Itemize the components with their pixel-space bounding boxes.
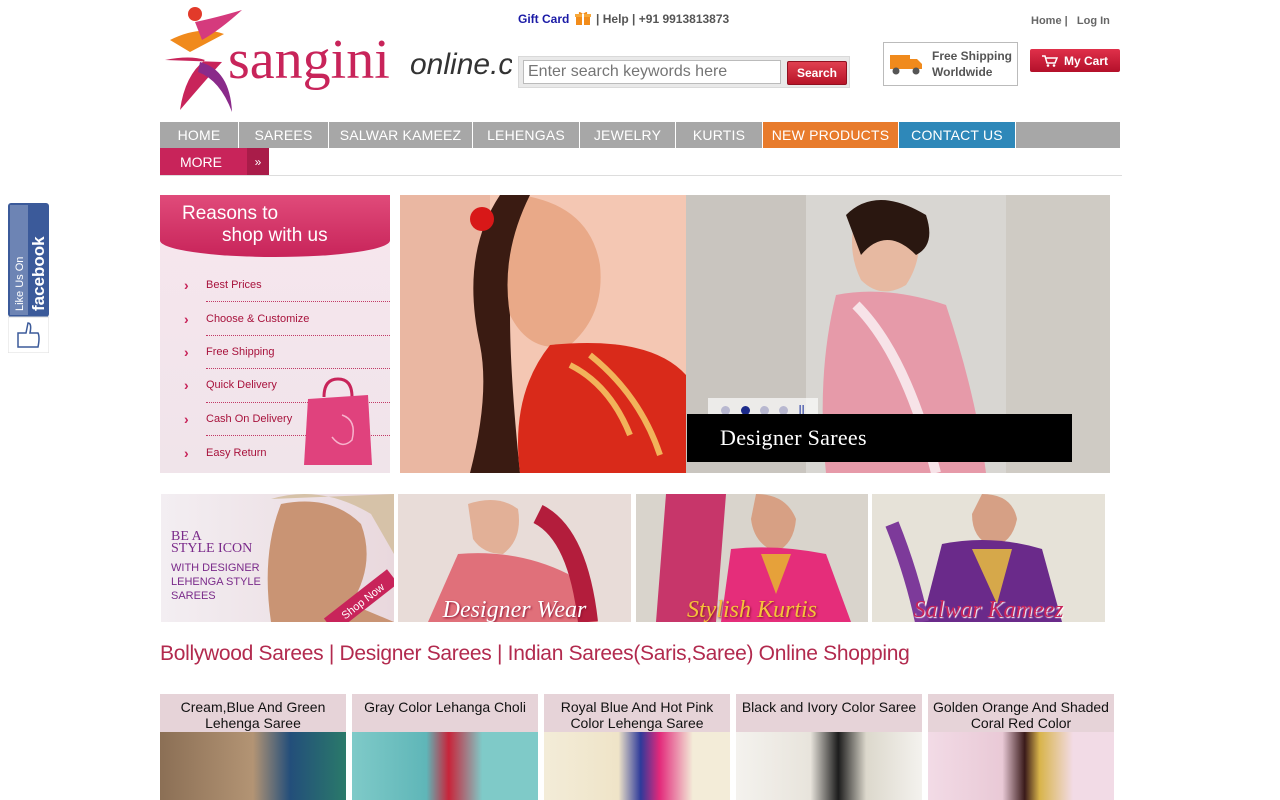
product-card[interactable]: Cream,Blue And Green Lehenga Saree [160, 694, 346, 800]
banner-label: Designer Wear [442, 597, 587, 622]
svg-text:LEHENGA STYLE: LEHENGA STYLE [171, 576, 261, 588]
facebook-label: Like Us On [14, 257, 26, 311]
product-name[interactable]: Royal Blue And Hot Pink Color Lehenga Sa… [544, 694, 730, 732]
product-card[interactable]: Golden Orange And Shaded Coral Red Color [928, 694, 1114, 800]
cart-label: My Cart [1063, 53, 1108, 68]
reasons-title-line-2: shop with us [222, 225, 328, 246]
nav-sarees[interactable]: SAREES [239, 122, 329, 148]
svg-text:STYLE ICON: STYLE ICON [171, 541, 252, 556]
product-name[interactable]: Cream,Blue And Green Lehenga Saree [160, 694, 346, 732]
banner-label: Stylish Kurtis [686, 597, 818, 622]
nav-salwar-kameez[interactable]: SALWAR KAMEEZ [329, 122, 473, 148]
home-link[interactable]: Home | [1031, 15, 1068, 27]
product-image[interactable] [736, 732, 922, 800]
nav-home[interactable]: HOME [160, 122, 239, 148]
account-links: Home | Log In [1031, 15, 1110, 27]
logo-wordmark: sangini [228, 29, 390, 91]
reason-item: Free Shipping [184, 336, 390, 370]
nav-kurtis[interactable]: KURTIS [676, 122, 763, 148]
gift-card-link[interactable]: Gift Card [518, 12, 569, 26]
logo-graphic: sangini online.com [165, 7, 555, 112]
product-image[interactable] [544, 732, 730, 800]
slider-caption: Designer Sarees [687, 414, 1072, 462]
reasons-panel: Reasons to shop with us Best Prices Choo… [160, 195, 390, 473]
nav-more[interactable]: MORE » [160, 148, 269, 175]
main-nav: HOME SAREES SALWAR KAMEEZ LEHENGAS JEWEL… [160, 122, 1120, 148]
product-name[interactable]: Gray Color Lehanga Choli [352, 694, 538, 732]
login-link[interactable]: Log In [1077, 15, 1110, 27]
free-shipping-badge: Free Shipping Worldwide [883, 42, 1018, 86]
phone-number: +91 9913813873 [638, 12, 730, 26]
svg-text:online.com: online.com [410, 48, 512, 81]
hero-image-left [400, 195, 686, 473]
category-banners: BE A STYLE ICON WITH DESIGNER LEHENGA ST… [160, 494, 1106, 622]
product-image[interactable] [352, 732, 538, 800]
search-bar: Search [518, 56, 850, 88]
shipping-line-1: Free Shipping [932, 49, 1013, 63]
banner-designer-wear[interactable]: Designer Wear [398, 494, 631, 622]
product-card[interactable]: Black and Ivory Color Saree [736, 694, 922, 800]
nav-new-products[interactable]: NEW PRODUCTS [763, 122, 899, 148]
svg-text:WITH DESIGNER: WITH DESIGNER [171, 562, 260, 574]
top-links: Gift Card | Help | +91 9913813873 [518, 10, 729, 26]
product-image[interactable] [160, 732, 346, 800]
svg-text:SAREES: SAREES [171, 590, 216, 602]
chevron-down-icon: » [247, 148, 269, 175]
shopping-bag-icon [304, 377, 372, 465]
nav-contact-us[interactable]: CONTACT US [899, 122, 1016, 148]
product-name[interactable]: Black and Ivory Color Saree [736, 694, 922, 732]
site-logo[interactable]: sangini online.com [160, 0, 555, 122]
banner-stylish-kurtis[interactable]: Stylish Kurtis [636, 494, 868, 622]
cart-icon [1041, 54, 1058, 67]
svg-text:facebook: facebook [29, 236, 48, 311]
page-title: Bollywood Sarees | Designer Sarees | Ind… [160, 642, 910, 665]
search-button[interactable]: Search [787, 61, 847, 85]
banner-label: Salwar Kameez [913, 597, 1064, 622]
facebook-like-tab[interactable]: Like Us On facebook [7, 203, 50, 354]
shipping-line-2: Worldwide [932, 65, 993, 79]
truck-icon [890, 55, 922, 75]
nav-more-label: MORE [180, 153, 222, 170]
banner-style-icon[interactable]: BE A STYLE ICON WITH DESIGNER LEHENGA ST… [161, 494, 394, 622]
product-grid: Cream,Blue And Green Lehenga Saree Gray … [160, 694, 1120, 800]
reason-item: Choose & Customize [184, 302, 390, 336]
reasons-title-line-1: Reasons to [182, 203, 279, 224]
product-name[interactable]: Golden Orange And Shaded Coral Red Color [928, 694, 1114, 732]
my-cart-button[interactable]: My Cart [1030, 49, 1120, 72]
divider [160, 175, 1122, 176]
reasons-title: Reasons to shop with us [160, 195, 390, 257]
product-image[interactable] [928, 732, 1114, 800]
banner-salwar-kameez[interactable]: Salwar Kameez [872, 494, 1105, 622]
search-input[interactable] [523, 60, 781, 84]
help-link[interactable]: | Help | [596, 12, 635, 26]
product-card[interactable]: Royal Blue And Hot Pink Color Lehenga Sa… [544, 694, 730, 800]
nav-jewelry[interactable]: JEWELRY [580, 122, 676, 148]
gift-icon[interactable] [574, 10, 591, 26]
nav-lehengas[interactable]: LEHENGAS [473, 122, 580, 148]
product-card[interactable]: Gray Color Lehanga Choli [352, 694, 538, 800]
reason-item: Best Prices [184, 269, 390, 303]
